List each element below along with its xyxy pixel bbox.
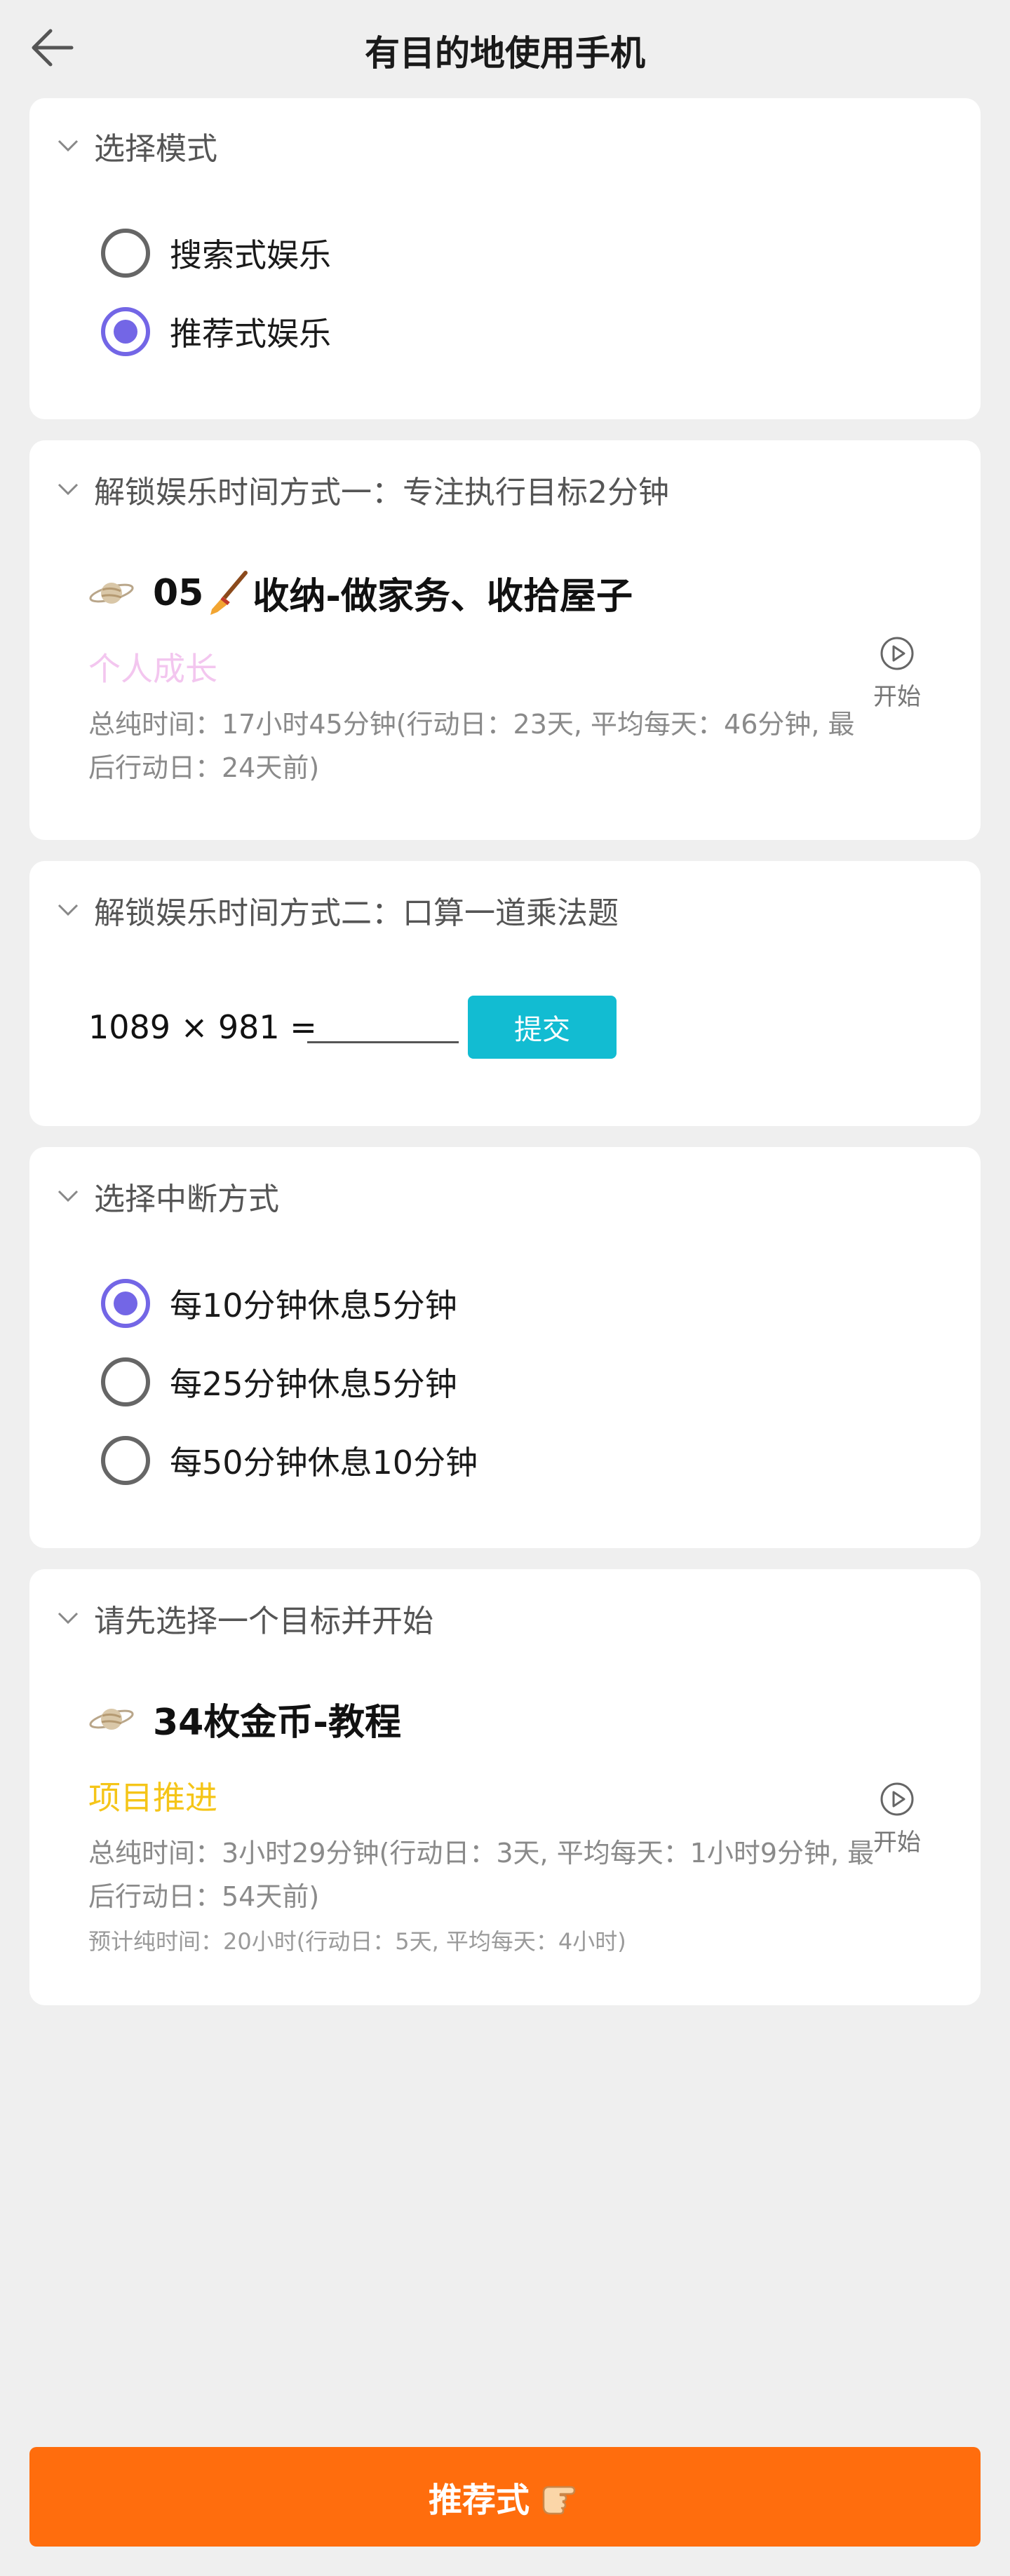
recommend-mode-button[interactable]: 推荐式 <box>29 2447 981 2547</box>
planet-icon <box>89 582 134 604</box>
interrupt-option-10[interactable]: 每10分钟休息5分钟 <box>101 1279 457 1328</box>
page-title: 有目的地使用手机 <box>365 33 645 74</box>
start-goal-button[interactable]: 开始 <box>858 635 936 712</box>
play-circle-icon <box>880 1782 914 1816</box>
mode-card-header[interactable]: 选择模式 <box>58 123 217 168</box>
mode-card: 选择模式 搜索式娱乐 推荐式娱乐 <box>29 98 981 419</box>
interrupt-card-title: 选择中断方式 <box>94 1181 279 1217</box>
submit-button[interactable]: 提交 <box>468 996 617 1059</box>
pointing-hand-icon <box>542 2486 576 2515</box>
choose-goal-header[interactable]: 请先选择一个目标并开始 <box>58 1596 433 1641</box>
goal-title: 34枚金币-教程 <box>153 1702 401 1744</box>
radio-button[interactable] <box>101 1436 150 1485</box>
goal-title-row: 05 收纳-做家务、收拾屋子 <box>88 567 633 619</box>
choose-goal-title: 请先选择一个目标并开始 <box>94 1604 433 1639</box>
interrupt-option-label: 每10分钟休息5分钟 <box>170 1287 457 1324</box>
planet-icon <box>89 1708 134 1730</box>
unlock-two-header[interactable]: 解锁娱乐时间方式二：口算一道乘法题 <box>58 888 619 933</box>
chevron-down-icon <box>58 1608 79 1629</box>
recommend-mode-label: 推荐式 <box>428 2481 530 2520</box>
goal-title-prefix: 05 <box>153 571 204 614</box>
app-header: 有目的地使用手机 <box>0 0 1010 98</box>
mode-option-recommend[interactable]: 推荐式娱乐 <box>101 307 331 356</box>
choose-goal-card: 请先选择一个目标并开始 34枚金币-教程 项目推进 总纯时间：3小时29分钟(行… <box>29 1569 981 2005</box>
goal-title: 收纳-做家务、收拾屋子 <box>252 576 633 618</box>
goal-category-tag: 项目推进 <box>88 1779 217 1817</box>
radio-button[interactable] <box>101 229 150 278</box>
app-screen: 有目的地使用手机 选择模式 搜索式娱乐 推荐式娱乐 解锁娱乐时间方式一：专注执行… <box>0 0 1010 2576</box>
interrupt-card-header[interactable]: 选择中断方式 <box>58 1174 279 1219</box>
unlock-two-title: 解锁娱乐时间方式二：口算一道乘法题 <box>94 895 619 931</box>
goal-title-row: 34枚金币-教程 <box>88 1693 401 1745</box>
mode-option-search[interactable]: 搜索式娱乐 <box>101 229 331 278</box>
start-label: 开始 <box>873 683 921 711</box>
start-goal-button[interactable]: 开始 <box>858 1781 936 1857</box>
goal-category-tag: 个人成长 <box>88 650 217 688</box>
chevron-down-icon <box>58 1186 79 1207</box>
play-circle-icon <box>880 637 914 670</box>
goal-stats: 总纯时间：3小时29分钟(行动日：3天, 平均每天：1小时9分钟, 最后行动日：… <box>88 1838 875 1912</box>
interrupt-option-label: 每50分钟休息10分钟 <box>170 1444 478 1482</box>
interrupt-option-label: 每25分钟休息5分钟 <box>170 1365 457 1403</box>
interrupt-option-25[interactable]: 每25分钟休息5分钟 <box>101 1357 457 1406</box>
answer-input[interactable] <box>307 1001 459 1043</box>
radio-button-selected[interactable] <box>101 307 150 356</box>
interrupt-option-50[interactable]: 每50分钟休息10分钟 <box>101 1436 478 1485</box>
goal-estimate: 预计纯时间：20小时(行动日：5天, 平均每天：4小时) <box>88 1928 626 1955</box>
chevron-down-icon <box>58 900 79 921</box>
goal-stats: 总纯时间：17小时45分钟(行动日：23天, 平均每天：46分钟, 最后行动日：… <box>88 709 855 783</box>
mode-card-title: 选择模式 <box>94 131 217 167</box>
unlock-method-one-card: 解锁娱乐时间方式一：专注执行目标2分钟 05 收纳-做家务、收拾屋子 个人成长 … <box>29 440 981 840</box>
unlock-one-header[interactable]: 解锁娱乐时间方式一：专注执行目标2分钟 <box>58 467 669 512</box>
radio-button-selected[interactable] <box>101 1279 150 1328</box>
unlock-method-two-card: 解锁娱乐时间方式二：口算一道乘法题 1089 × 981 = 提交 <box>29 861 981 1126</box>
start-label: 开始 <box>873 1829 921 1857</box>
chevron-down-icon <box>58 135 79 156</box>
radio-button[interactable] <box>101 1357 150 1406</box>
broom-icon <box>210 570 248 615</box>
mode-option-label: 推荐式娱乐 <box>170 315 331 353</box>
chevron-down-icon <box>58 479 79 500</box>
unlock-one-title: 解锁娱乐时间方式一：专注执行目标2分钟 <box>94 475 669 510</box>
mode-option-label: 搜索式娱乐 <box>170 236 331 274</box>
interrupt-mode-card: 选择中断方式 每10分钟休息5分钟 每25分钟休息5分钟 每50分钟休息10分钟 <box>29 1147 981 1548</box>
math-expression: 1089 × 981 = <box>88 1008 317 1046</box>
